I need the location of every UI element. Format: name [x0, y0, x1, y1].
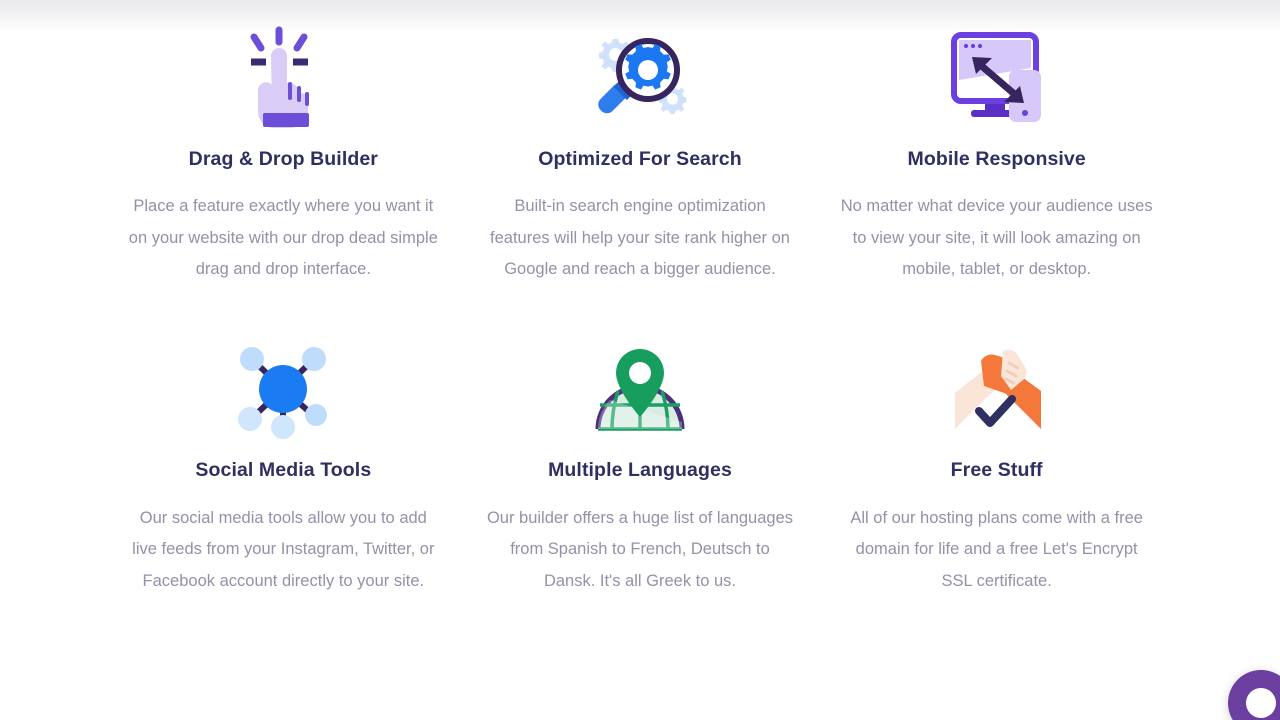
feature-card-free-stuff: Free Stuff All of our hosting plans come…: [818, 333, 1175, 596]
globe-location-pin-icon: [484, 333, 797, 445]
feature-description: Place a feature exactly where you want i…: [128, 197, 438, 279]
feature-title: Social Media Tools: [195, 459, 372, 482]
feature-title: Multiple Languages: [548, 459, 732, 482]
network-share-nodes-icon: [127, 333, 440, 445]
chat-icon: [1246, 688, 1276, 718]
features-section: Drag & Drop Builder Place a feature exac…: [0, 0, 1280, 597]
feature-card-drag-drop-builder: Drag & Drop Builder Place a feature exac…: [105, 22, 462, 285]
feature-title: Drag & Drop Builder: [188, 148, 378, 170]
search-gear-magnifier-icon: [484, 22, 797, 134]
features-grid: Drag & Drop Builder Place a feature exac…: [105, 0, 1175, 597]
feature-card-mobile-responsive: Mobile Responsive No matter what device …: [818, 22, 1175, 285]
feature-description: Built-in search engine optimization feat…: [490, 197, 790, 279]
feature-title: Optimized For Search: [538, 148, 742, 170]
feature-title: Free Stuff: [950, 459, 1043, 482]
feature-title: Mobile Responsive: [907, 148, 1086, 170]
feature-description: Our social media tools allow you to add …: [132, 508, 435, 590]
chat-launcher-button[interactable]: [1228, 670, 1280, 720]
handshake-check-icon: [840, 333, 1153, 445]
feature-card-social-media-tools: Social Media Tools Our social media tool…: [105, 333, 462, 596]
feature-card-optimized-for-search: Optimized For Search Built-in search eng…: [462, 22, 819, 285]
feature-description: Our builder offers a huge list of langua…: [486, 508, 794, 590]
feature-card-multiple-languages: Multiple Languages Our builder offers a …: [462, 333, 819, 596]
feature-description: All of our hosting plans come with a fre…: [850, 508, 1143, 590]
click-hand-icon: [127, 22, 440, 134]
monitor-mobile-responsive-icon: [840, 22, 1153, 134]
feature-description: No matter what device your audience uses…: [840, 197, 1153, 279]
